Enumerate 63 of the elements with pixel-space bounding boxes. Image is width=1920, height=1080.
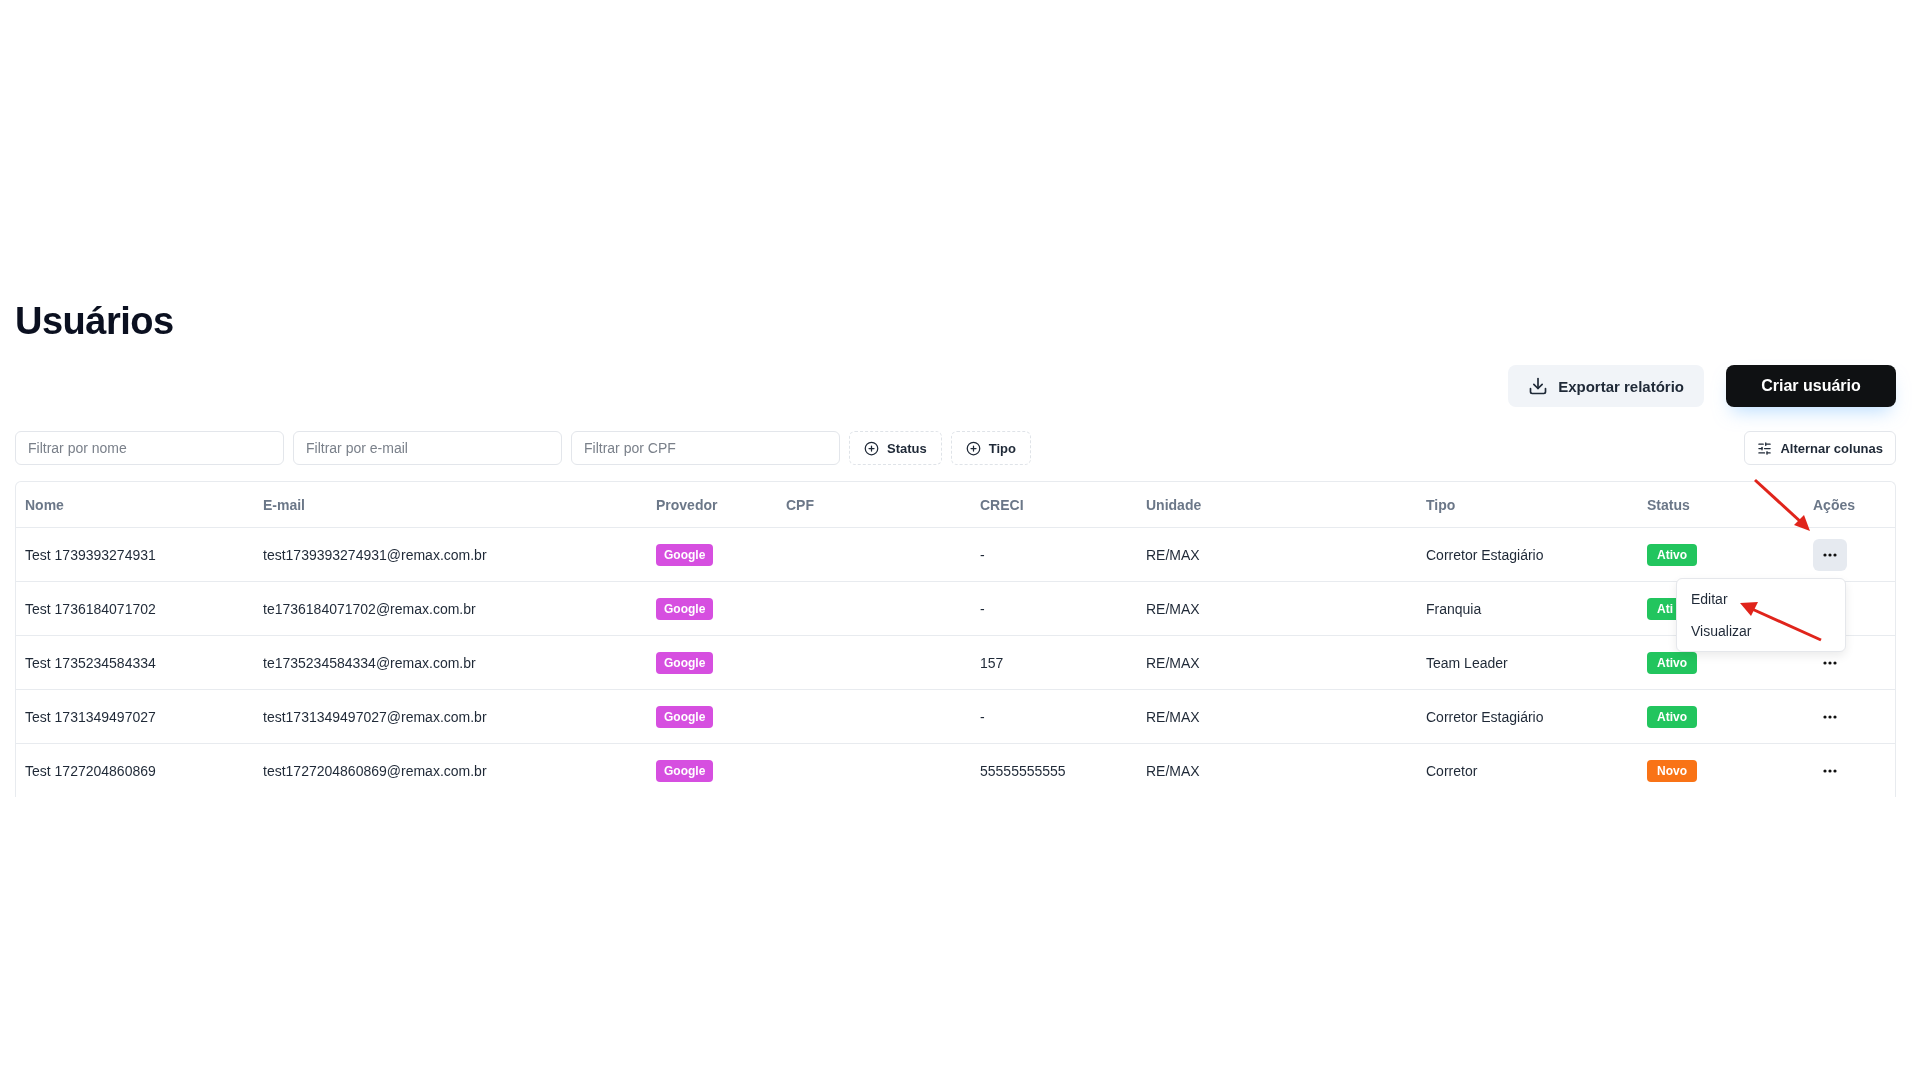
table-cell: te1735234584334@remax.com.br	[263, 654, 476, 671]
table-cell: -	[980, 600, 985, 617]
table-cell: Test 1735234584334	[25, 654, 156, 671]
table-cell: Test 1736184071702	[25, 600, 156, 617]
status-tag: Ativo	[1647, 651, 1697, 674]
table-cell: Test 1731349497027	[25, 708, 156, 725]
provider-tag: Google	[656, 543, 714, 566]
table-cell: test1727204860869@remax.com.br	[263, 762, 487, 779]
menu-item[interactable]: Editar	[1681, 583, 1841, 615]
table-cell: -	[980, 708, 985, 725]
table-cell: RE/MAX	[1146, 708, 1200, 725]
table-cell: te1736184071702@remax.com.br	[263, 600, 476, 617]
ellipsis-icon	[1823, 768, 1837, 773]
filter-field[interactable]: Filtrar por nome	[15, 431, 284, 465]
filter-facet-button[interactable]: Status	[849, 431, 942, 465]
table-cell: Corretor	[1426, 762, 1478, 779]
table-cell: Corretor Estagiário	[1426, 708, 1544, 725]
column-header: CRECI	[980, 496, 1025, 513]
menu-item[interactable]: Visualizar	[1681, 615, 1841, 647]
filter-field[interactable]: Filtrar por CPF	[571, 431, 840, 465]
column-header: Status	[1647, 496, 1691, 513]
status-tag: Ativo	[1647, 543, 1697, 566]
plus-circle-icon	[864, 440, 879, 456]
filter-facet-button[interactable]: Tipo	[950, 431, 1031, 465]
column-header: Provedor	[656, 496, 719, 513]
filter-field[interactable]: Filtrar por e-mail	[293, 431, 562, 465]
table-cell: RE/MAX	[1146, 762, 1200, 779]
plus-circle-icon	[965, 440, 981, 456]
table-cell: Corretor Estagiário	[1426, 546, 1544, 563]
table-cell: -	[980, 546, 985, 563]
table-cell: 55555555555	[980, 762, 1066, 779]
table-cell: Test 1727204860869	[25, 762, 156, 779]
status-tag: Novo	[1647, 759, 1697, 782]
column-header: Unidade	[1146, 496, 1203, 513]
download-icon	[1528, 376, 1549, 396]
table-cell: RE/MAX	[1146, 600, 1200, 617]
column-header: E-mail	[263, 496, 306, 513]
table-cell: test1731349497027@remax.com.br	[263, 708, 487, 725]
column-header: Nome	[25, 496, 65, 513]
table-cell: test1739393274931@remax.com.br	[263, 546, 487, 563]
table-cell: RE/MAX	[1146, 654, 1200, 671]
provider-tag: Google	[656, 651, 714, 674]
table-cell: Test 1739393274931	[25, 546, 156, 563]
table-cell: RE/MAX	[1146, 546, 1200, 563]
provider-tag: Google	[656, 759, 714, 782]
sliders-icon	[1757, 440, 1773, 456]
page-title: Usuários	[15, 300, 175, 343]
ellipsis-icon	[1823, 552, 1837, 557]
ellipsis-icon	[1823, 660, 1837, 665]
column-header: Tipo	[1426, 496, 1457, 513]
toggle-columns-button[interactable]: Alternar colunas	[1744, 431, 1896, 465]
provider-tag: Google	[656, 597, 714, 620]
more-actions-button[interactable]	[1813, 538, 1847, 571]
table-cell: Franquia	[1426, 600, 1482, 617]
table-cell: Team Leader	[1426, 654, 1508, 671]
export-report-button[interactable]: Exportar relatório	[1508, 365, 1704, 407]
provider-tag: Google	[656, 705, 714, 728]
ellipsis-icon	[1823, 714, 1837, 719]
column-header: Ações	[1813, 496, 1857, 513]
column-header: CPF	[786, 496, 815, 513]
table-cell: 157	[980, 654, 1004, 671]
status-tag: Ativo	[1647, 705, 1697, 728]
create-user-button[interactable]: Criar usuário	[1726, 365, 1896, 407]
